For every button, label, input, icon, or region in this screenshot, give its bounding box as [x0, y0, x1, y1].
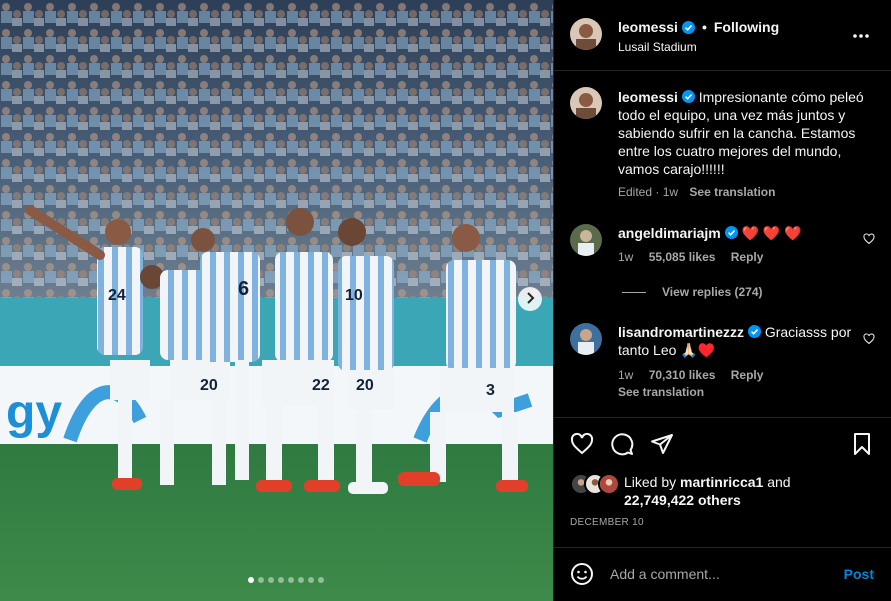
- jersey-number: 24: [108, 287, 126, 304]
- liked-by-user-link[interactable]: martinricca1: [680, 474, 763, 490]
- jersey-number: 22: [312, 377, 330, 394]
- meta-dot: ·: [655, 185, 660, 199]
- comment-meta: 1w 55,085 likes Reply: [618, 250, 763, 264]
- instagram-post-view: gy 24 20 6 22 10 20 3 leomessi • Followi…: [0, 0, 891, 601]
- post-media[interactable]: gy 24 20 6 22 10 20 3: [0, 0, 553, 601]
- bookmark-icon: [850, 432, 874, 456]
- replies-divider: [622, 291, 646, 293]
- comment-likes[interactable]: 55,085 likes: [649, 250, 716, 264]
- carousel-dot: [307, 577, 314, 583]
- comment-input[interactable]: [610, 562, 830, 586]
- view-replies-label: View replies (274): [662, 285, 763, 299]
- comment-age[interactable]: 1w: [618, 368, 633, 382]
- post-comment-button[interactable]: Post: [844, 566, 874, 582]
- save-button[interactable]: [850, 432, 874, 456]
- emoji-icon: [570, 562, 594, 586]
- chevron-right-icon: [525, 291, 535, 307]
- verified-badge-icon: [681, 90, 695, 103]
- caption-age[interactable]: 1w: [663, 185, 678, 199]
- post-caption: leomessi Impresionante cómo peleó todo e…: [618, 88, 868, 178]
- avatar[interactable]: [570, 87, 602, 119]
- liked-by-and: and: [767, 474, 791, 490]
- jersey-number: 20: [356, 377, 374, 394]
- post-date[interactable]: DECEMBER 10: [570, 517, 644, 528]
- avatar[interactable]: [570, 224, 602, 256]
- comment: lisandromartinezzz Graciasss por tanto L…: [618, 323, 858, 359]
- carousel-dot: [267, 577, 274, 583]
- comment-meta: 1w 70,310 likes Reply: [618, 368, 763, 382]
- likes-text: Liked by martinricca1 and 22,749,422 oth…: [624, 473, 791, 509]
- liked-by-prefix: Liked by: [624, 474, 677, 490]
- separator-dot: •: [701, 19, 707, 35]
- edited-label: Edited: [618, 185, 653, 199]
- avatar[interactable]: [570, 323, 602, 355]
- view-replies-button[interactable]: View replies (274): [622, 285, 763, 299]
- comment-username[interactable]: angeldimariajm: [618, 225, 721, 241]
- caption-username[interactable]: leomessi: [618, 89, 678, 105]
- comment-translation: See translation: [618, 385, 704, 399]
- comment-button[interactable]: [610, 432, 634, 456]
- comment-like-button[interactable]: [863, 333, 875, 345]
- comment-username[interactable]: lisandromartinezzz: [618, 324, 744, 340]
- post-photo: gy 24 20 6 22 10 20 3: [0, 0, 553, 601]
- reply-button[interactable]: Reply: [731, 368, 764, 382]
- jersey-number: 20: [200, 377, 218, 394]
- ad-board-text: gy: [6, 386, 62, 439]
- post-details-panel: leomessi • Following Lusail Stadium leom…: [553, 0, 891, 601]
- comment-likes[interactable]: 70,310 likes: [649, 368, 716, 382]
- see-translation-link[interactable]: See translation: [618, 385, 704, 399]
- heart-icon: [863, 333, 875, 345]
- carousel-next-button[interactable]: [518, 287, 542, 311]
- carousel-dot: [297, 577, 304, 583]
- comment-like-button[interactable]: [863, 233, 875, 245]
- emoji-picker-button[interactable]: [570, 562, 594, 586]
- comment-age[interactable]: 1w: [618, 250, 633, 264]
- verified-badge-icon: [747, 325, 761, 338]
- post-author-row: leomessi • Following: [618, 19, 779, 35]
- caption-meta: Edited · 1w See translation: [618, 185, 775, 199]
- share-button[interactable]: [650, 432, 674, 456]
- liker-avatars[interactable]: [570, 473, 624, 495]
- reply-button[interactable]: Reply: [731, 250, 764, 264]
- jersey-number: 10: [345, 287, 363, 304]
- more-horizontal-icon: [852, 23, 870, 43]
- verified-badge-icon: [724, 226, 738, 239]
- avatar: [598, 473, 620, 495]
- jersey-number: 3: [486, 382, 495, 399]
- comment-text: ❤️ ❤️ ❤️: [741, 225, 802, 241]
- jersey-number: 6: [238, 278, 249, 300]
- heart-icon: [570, 432, 594, 456]
- likes-summary: Liked by martinricca1 and 22,749,422 oth…: [570, 473, 791, 509]
- carousel-dot: [257, 577, 264, 583]
- author-username[interactable]: leomessi: [618, 19, 678, 35]
- add-comment-bar: Post: [554, 547, 891, 601]
- carousel-dot: [277, 577, 284, 583]
- comment-icon: [610, 432, 634, 456]
- location-link[interactable]: Lusail Stadium: [618, 40, 697, 54]
- heart-icon: [863, 233, 875, 245]
- comment: angeldimariajm ❤️ ❤️ ❤️: [618, 224, 858, 242]
- likes-count-link[interactable]: 22,749,422 others: [624, 492, 741, 508]
- carousel-dot: [247, 577, 254, 583]
- like-button[interactable]: [570, 432, 594, 456]
- following-button[interactable]: Following: [714, 19, 779, 35]
- post-header: leomessi • Following Lusail Stadium: [554, 0, 891, 71]
- share-icon: [650, 432, 674, 456]
- avatar[interactable]: [570, 18, 602, 50]
- carousel-dot: [317, 577, 324, 583]
- carousel-indicator: [0, 577, 553, 583]
- more-options-button[interactable]: [852, 26, 870, 40]
- see-translation-link[interactable]: See translation: [689, 185, 775, 199]
- verified-badge-icon: [681, 20, 695, 34]
- carousel-dot: [287, 577, 294, 583]
